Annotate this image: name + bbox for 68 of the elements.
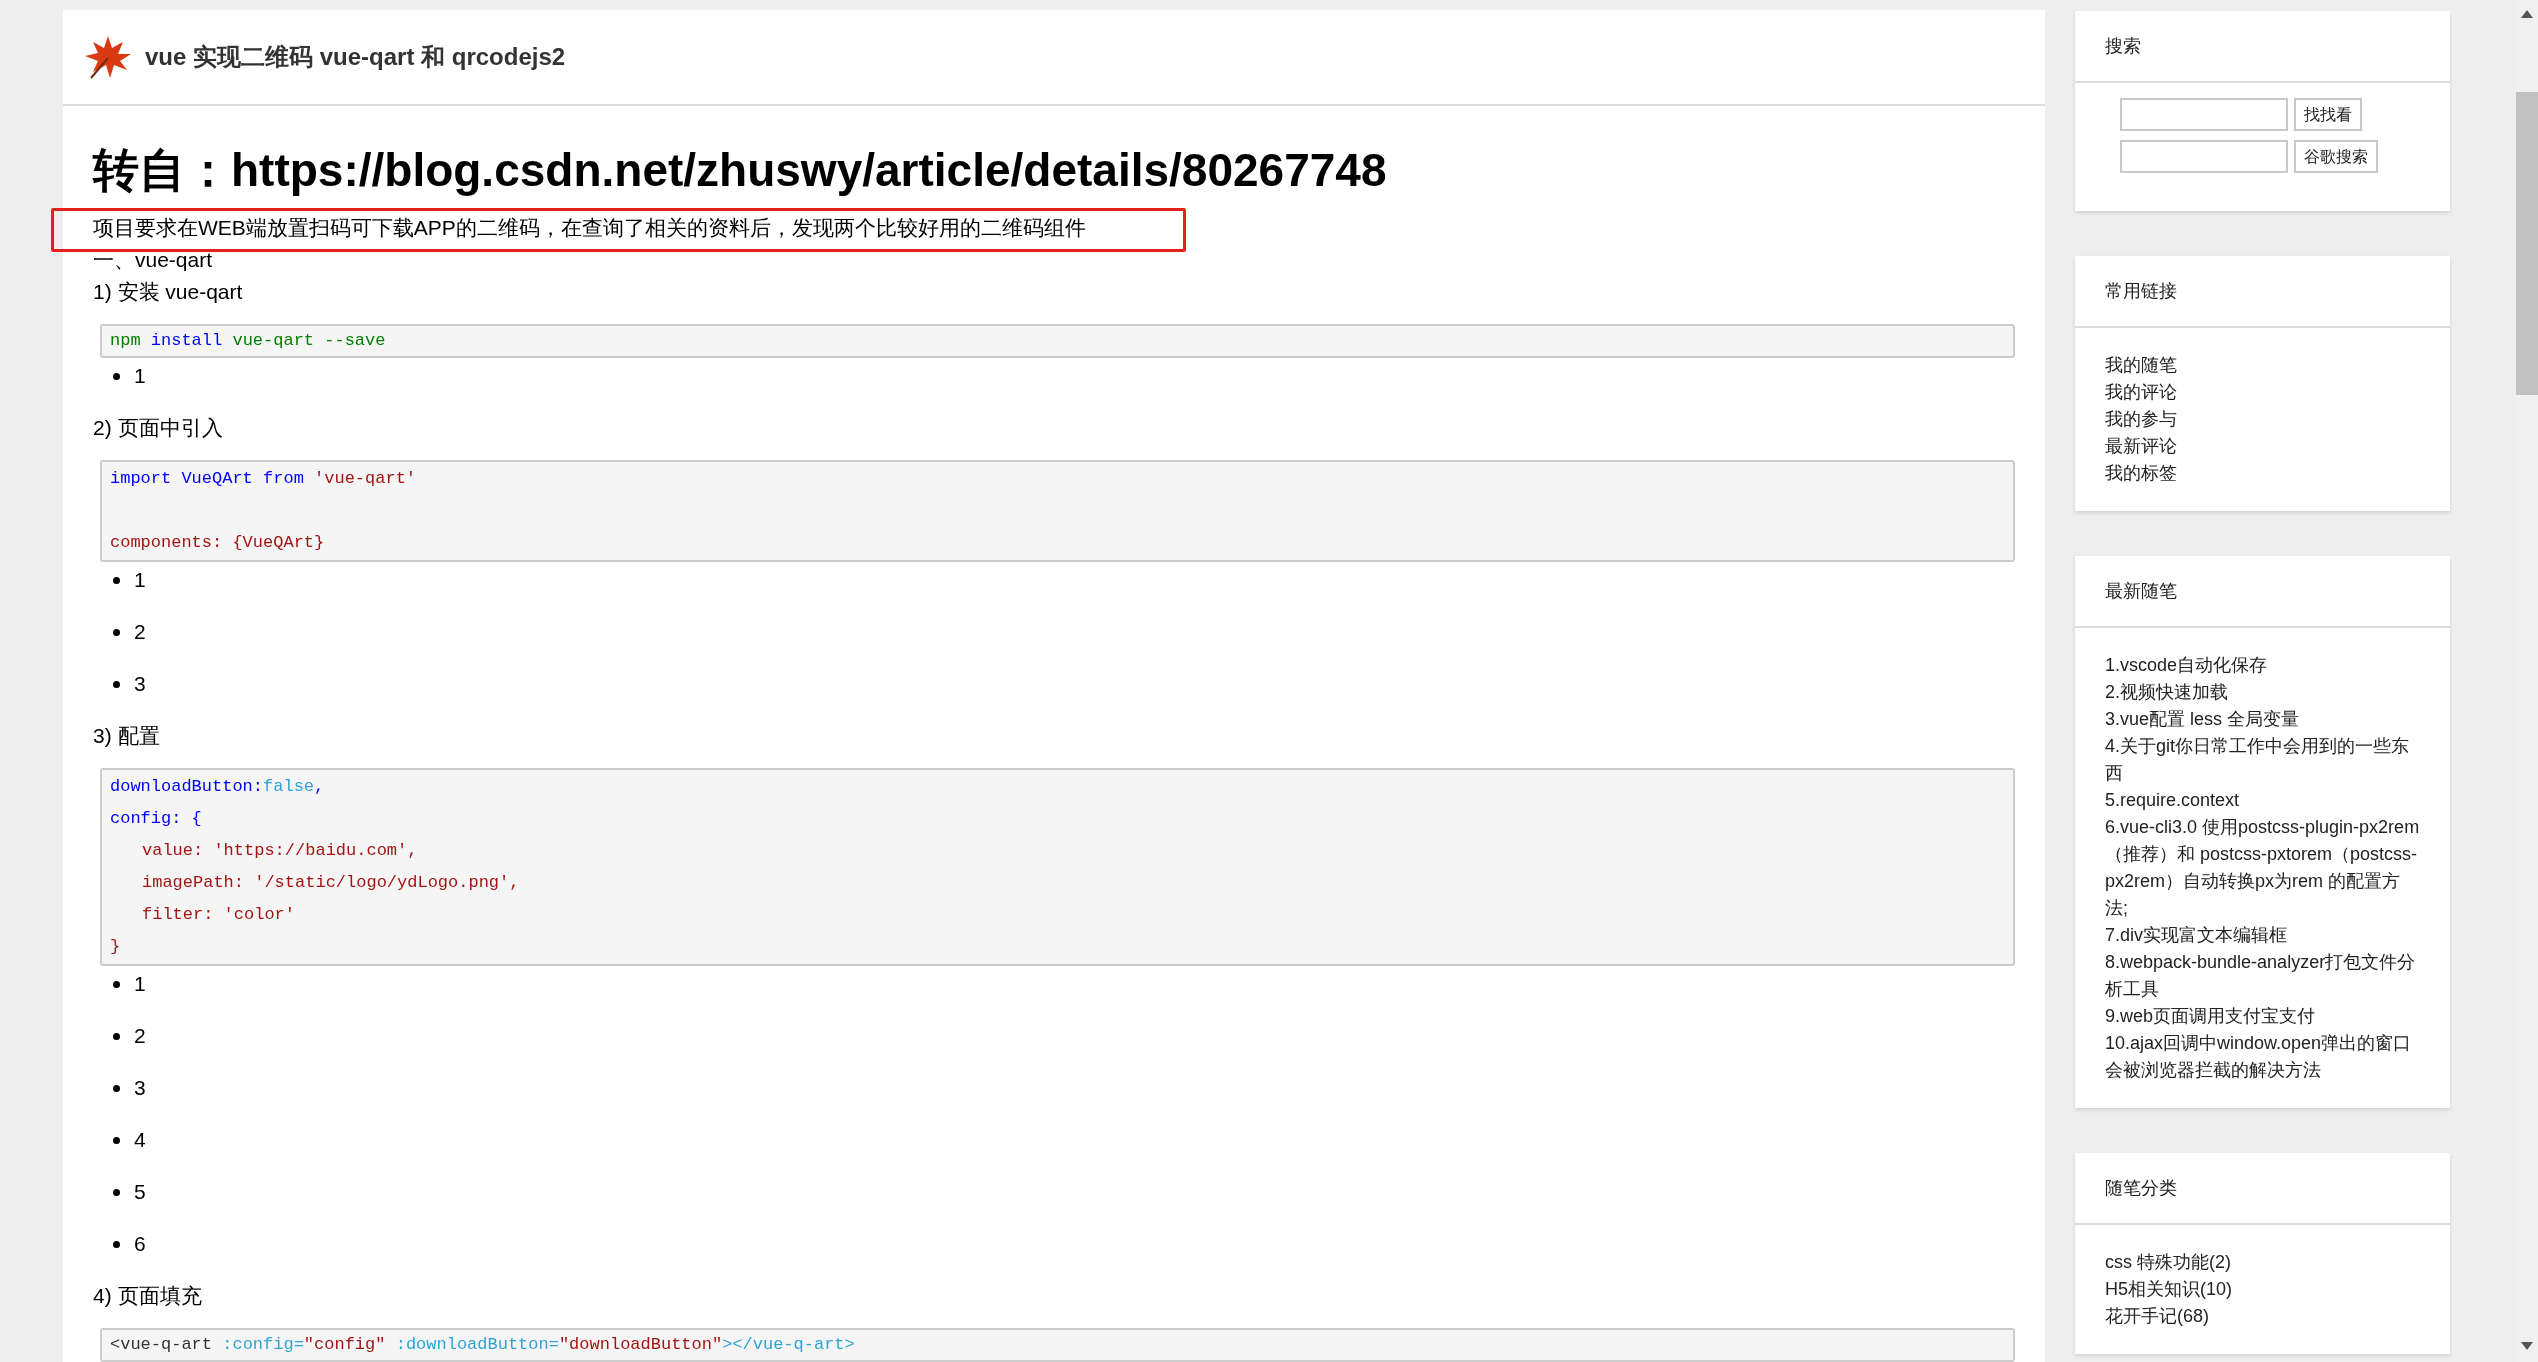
scroll-up-icon[interactable]: [2520, 10, 2533, 18]
bullet-icon: [113, 1032, 120, 1040]
code-line: config: {: [110, 808, 203, 830]
sidebar-link[interactable]: 我的评论: [2105, 379, 2420, 406]
bullet-icon: [113, 680, 120, 688]
sidebar-link[interactable]: H5相关知识(10): [2105, 1276, 2420, 1303]
paragraph: 一、vue-qart: [93, 247, 214, 273]
bullet-icon: [113, 1240, 120, 1248]
card-title: 常用链接: [2105, 279, 2177, 303]
bullet-icon: [113, 576, 120, 584]
sidebar-link[interactable]: 2.视频快速加载: [2105, 679, 2420, 706]
code-line: }: [110, 936, 122, 958]
list-item: 1: [134, 363, 146, 390]
sidebar-link[interactable]: 最新评论: [2105, 433, 2420, 460]
sidebar-link[interactable]: 3.vue配置 less 全局变量: [2105, 706, 2420, 733]
card-title: 最新随笔: [2105, 579, 2177, 603]
bullet-icon: [113, 1188, 120, 1196]
bullet-icon: [113, 372, 120, 380]
sidebar-link[interactable]: 6.vue-cli3.0 使用postcss-plugin-px2rem（推荐）和 postcss-pxtorem（postcss-px2rem）自动转换px为rem 的配置方法;: [2105, 814, 2420, 922]
code-line: <vue-q-art :config="config" :downloadButton="downloadButton"></vue-q-art>: [110, 1334, 856, 1356]
list-item: 3: [134, 1075, 146, 1102]
scrollbar-thumb[interactable]: [2515, 92, 2538, 395]
bullet-icon: [113, 980, 120, 988]
code-line: components: {VueQArt}: [110, 532, 326, 554]
scroll-down-icon[interactable]: [2520, 1342, 2533, 1350]
search-button[interactable]: 谷歌搜索: [2294, 140, 2378, 173]
sidebar-link[interactable]: css 特殊功能(2): [2105, 1249, 2420, 1276]
list-item: 3: [134, 671, 146, 698]
list-item: 5: [134, 1179, 146, 1206]
paragraph: 2) 页面中引入: [93, 415, 224, 441]
bullet-icon: [113, 1084, 120, 1092]
sidebar-link[interactable]: 花开手记(68): [2105, 1303, 2420, 1330]
code-line: imagePath: '/static/logo/ydLogo.png',: [141, 872, 521, 894]
sidebar-link[interactable]: 5.require.context: [2105, 787, 2420, 814]
paragraph: 4) 页面填充: [93, 1283, 203, 1309]
list-item: 6: [134, 1231, 146, 1258]
sidebar-link[interactable]: 1.vscode自动化保存: [2105, 652, 2420, 679]
sidebar-link[interactable]: 我的随笔: [2105, 352, 2420, 379]
code-line: import VueQArt from 'vue-qart': [110, 468, 418, 490]
search-field[interactable]: [2120, 140, 2288, 173]
code-line: downloadButton:false,: [110, 776, 326, 798]
bullet-icon: [113, 1136, 120, 1144]
list-item: 1: [134, 567, 146, 594]
card-title: 搜索: [2105, 34, 2141, 58]
search-button[interactable]: 找找看: [2294, 98, 2362, 131]
paragraph: 项目要求在WEB端放置扫码可下载APP的二维码，在查询了相关的资料后，发现两个比较好用的二维码组件: [93, 215, 1087, 241]
code-line: filter: 'color': [141, 904, 297, 926]
leaf-icon: [83, 34, 133, 80]
bullet-icon: [113, 628, 120, 636]
list-item: 2: [134, 1023, 146, 1050]
sidebar-link[interactable]: 我的参与: [2105, 406, 2420, 433]
article-title: 转自：https://blog.csdn.net/zhuswy/article/details/80267748: [93, 143, 1388, 198]
list-item: 2: [134, 619, 146, 646]
post-title: vue 实现二维码 vue-qart 和 qrcodejs2: [145, 42, 566, 72]
paragraph: 1) 安装 vue-qart: [93, 279, 244, 305]
sidebar-link[interactable]: 我的标签: [2105, 460, 2420, 487]
paragraph: 3) 配置: [93, 723, 161, 749]
sidebar-link[interactable]: 10.ajax回调中window.open弹出的窗口会被浏览器拦截的解决方法: [2105, 1030, 2420, 1084]
sidebar-link[interactable]: 9.web页面调用支付宝支付: [2105, 1003, 2420, 1030]
search-field[interactable]: [2120, 98, 2288, 131]
code-line: value: 'https://baidu.com',: [141, 840, 419, 862]
list-item: 4: [134, 1127, 146, 1154]
sidebar-link[interactable]: 4.关于git你日常工作中会用到的一些东西: [2105, 733, 2420, 787]
code-line: npm install vue-qart --save: [110, 330, 387, 352]
card-title: 随笔分类: [2105, 1176, 2177, 1200]
sidebar-link[interactable]: 8.webpack-bundle-analyzer打包文件分析工具: [2105, 949, 2420, 1003]
sidebar-link[interactable]: 7.div实现富文本编辑框: [2105, 922, 2420, 949]
list-item: 1: [134, 971, 146, 998]
